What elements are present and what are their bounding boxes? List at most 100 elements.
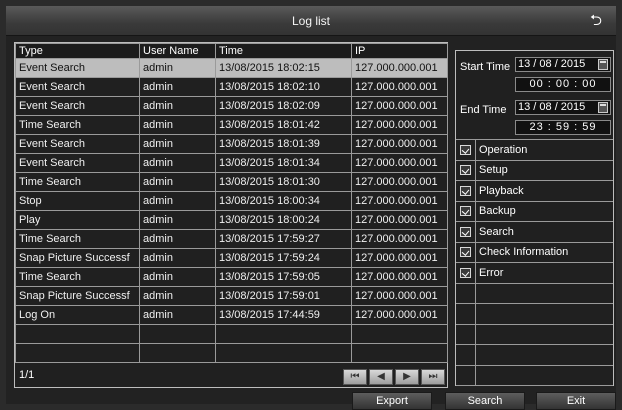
- empty-cell: [139, 343, 216, 363]
- first-page-icon[interactable]: ⏮: [343, 369, 367, 385]
- cell-user-name: admin: [139, 229, 216, 249]
- checkbox-cell: [456, 263, 476, 283]
- empty-table-row: [15, 324, 448, 344]
- log-table-header: Type User Name Time IP: [15, 43, 448, 59]
- empty-cell: [215, 343, 352, 363]
- cell-ip: 127.000.000.001: [351, 210, 448, 230]
- end-date-value: 13 / 08 / 2015: [518, 101, 586, 113]
- column-header-ip[interactable]: IP: [351, 43, 448, 59]
- table-row[interactable]: Stop admin 13/08/2015 18:00:34 127.000.000.…: [15, 191, 448, 211]
- table-row[interactable]: Event Search admin 13/08/2015 18:02:15 127.…: [15, 58, 448, 78]
- cell-ip: 127.000.000.001: [351, 96, 448, 116]
- checkbox-cell: [456, 181, 476, 201]
- empty-checkbox-cell: [456, 304, 476, 324]
- empty-category-row: [456, 283, 613, 304]
- empty-table-row: [15, 343, 448, 363]
- filter-panel: Start Time 13 / 08 / 2015 00 : 00 : 00 E…: [455, 50, 614, 386]
- category-checkbox[interactable]: [460, 247, 471, 258]
- table-row[interactable]: Snap Picture Successf admin 13/08/2015 17:…: [15, 248, 448, 268]
- table-row[interactable]: Time Search admin 13/08/2015 18:01:42 127.0…: [15, 115, 448, 135]
- table-row[interactable]: Time Search admin 13/08/2015 17:59:05 127.0…: [15, 267, 448, 287]
- category-row[interactable]: Playback: [456, 181, 613, 202]
- cell-ip: 127.000.000.001: [351, 58, 448, 78]
- category-checkbox[interactable]: [460, 144, 471, 155]
- cell-ip: 127.000.000.001: [351, 77, 448, 97]
- checkbox-cell: [456, 160, 476, 180]
- column-header-time[interactable]: Time: [215, 43, 352, 59]
- next-page-icon[interactable]: ▶: [395, 369, 419, 385]
- search-button[interactable]: Search: [445, 392, 525, 410]
- category-row[interactable]: Check Information: [456, 242, 613, 263]
- end-clock-field[interactable]: 23 : 59 : 59: [515, 120, 611, 135]
- empty-checkbox-cell: [456, 324, 476, 344]
- calendar-icon[interactable]: [598, 59, 608, 70]
- cell-time: 13/08/2015 18:01:30: [215, 172, 352, 192]
- table-row[interactable]: Event Search admin 13/08/2015 18:02:09 127.…: [15, 96, 448, 116]
- empty-category-row: [456, 324, 613, 345]
- cell-user-name: admin: [139, 115, 216, 135]
- cell-type: Event Search: [15, 96, 140, 116]
- category-label: Error: [479, 266, 504, 279]
- table-row[interactable]: Snap Picture Successf admin 13/08/2015 17:…: [15, 286, 448, 306]
- category-row[interactable]: Backup: [456, 201, 613, 222]
- cell-time: 13/08/2015 18:02:09: [215, 96, 352, 116]
- category-checkbox[interactable]: [460, 226, 471, 237]
- log-category-list: Operation Setup Playback Backup Search Check …: [456, 139, 613, 386]
- category-row[interactable]: Search: [456, 222, 613, 243]
- cell-user-name: admin: [139, 77, 216, 97]
- log-table-panel: Type User Name Time IP Event Search admin…: [14, 42, 448, 388]
- table-row[interactable]: Event Search admin 13/08/2015 18:01:39 127.…: [15, 134, 448, 154]
- start-clock-field[interactable]: 00 : 00 : 00: [515, 77, 611, 92]
- cell-time: 13/08/2015 18:00:34: [215, 191, 352, 211]
- log-table-body: Event Search admin 13/08/2015 18:02:15 127.…: [15, 58, 448, 363]
- cell-time: 13/08/2015 18:01:42: [215, 115, 352, 135]
- column-header-type[interactable]: Type: [15, 43, 140, 59]
- table-row[interactable]: Time Search admin 13/08/2015 18:01:30 127.0…: [15, 172, 448, 192]
- category-row[interactable]: Operation: [456, 140, 613, 161]
- cell-user-name: admin: [139, 191, 216, 211]
- start-date-field[interactable]: 13 / 08 / 2015: [515, 57, 611, 72]
- table-row[interactable]: Play admin 13/08/2015 18:00:24 127.000.000.…: [15, 210, 448, 230]
- cell-type: Event Search: [15, 134, 140, 154]
- table-row[interactable]: Event Search admin 13/08/2015 18:01:34 127.…: [15, 153, 448, 173]
- exit-button[interactable]: Exit: [536, 392, 616, 410]
- table-row[interactable]: Log On admin 13/08/2015 17:44:59 127.000.00…: [15, 305, 448, 325]
- cell-time: 13/08/2015 18:01:34: [215, 153, 352, 173]
- empty-checkbox-cell: [456, 345, 476, 365]
- calendar-icon[interactable]: [598, 102, 608, 113]
- empty-cell: [139, 324, 216, 344]
- cell-ip: 127.000.000.001: [351, 286, 448, 306]
- back-arrow-icon[interactable]: ⮌: [586, 12, 606, 30]
- cell-time: 13/08/2015 18:00:24: [215, 210, 352, 230]
- category-row[interactable]: Setup: [456, 160, 613, 181]
- prev-page-icon[interactable]: ◀: [369, 369, 393, 385]
- cell-type: Event Search: [15, 153, 140, 173]
- start-date-value: 13 / 08 / 2015: [518, 58, 586, 70]
- category-checkbox[interactable]: [460, 206, 471, 217]
- cell-ip: 127.000.000.001: [351, 172, 448, 192]
- checkbox-cell: [456, 140, 476, 160]
- category-checkbox[interactable]: [460, 267, 471, 278]
- table-row[interactable]: Time Search admin 13/08/2015 17:59:27 127.0…: [15, 229, 448, 249]
- category-checkbox[interactable]: [460, 185, 471, 196]
- table-row[interactable]: Event Search admin 13/08/2015 18:02:10 127.…: [15, 77, 448, 97]
- cell-time: 13/08/2015 18:01:39: [215, 134, 352, 154]
- end-date-field[interactable]: 13 / 08 / 2015: [515, 100, 611, 115]
- cell-type: Snap Picture Successf: [15, 286, 140, 306]
- cell-type: Event Search: [15, 77, 140, 97]
- category-row[interactable]: Error: [456, 263, 613, 284]
- category-checkbox[interactable]: [460, 165, 471, 176]
- title-bar: Log list ⮌: [6, 6, 616, 36]
- cell-type: Snap Picture Successf: [15, 248, 140, 268]
- cell-ip: 127.000.000.001: [351, 115, 448, 135]
- window-title: Log list: [291, 14, 331, 28]
- cell-time: 13/08/2015 18:02:10: [215, 77, 352, 97]
- last-page-icon[interactable]: ⏭: [421, 369, 445, 385]
- empty-cell: [15, 343, 140, 363]
- export-button[interactable]: Export: [352, 392, 432, 410]
- column-header-user-name[interactable]: User Name: [139, 43, 216, 59]
- cell-user-name: admin: [139, 305, 216, 325]
- empty-cell: [351, 324, 448, 344]
- checkbox-cell: [456, 242, 476, 262]
- empty-category-row: [456, 365, 613, 386]
